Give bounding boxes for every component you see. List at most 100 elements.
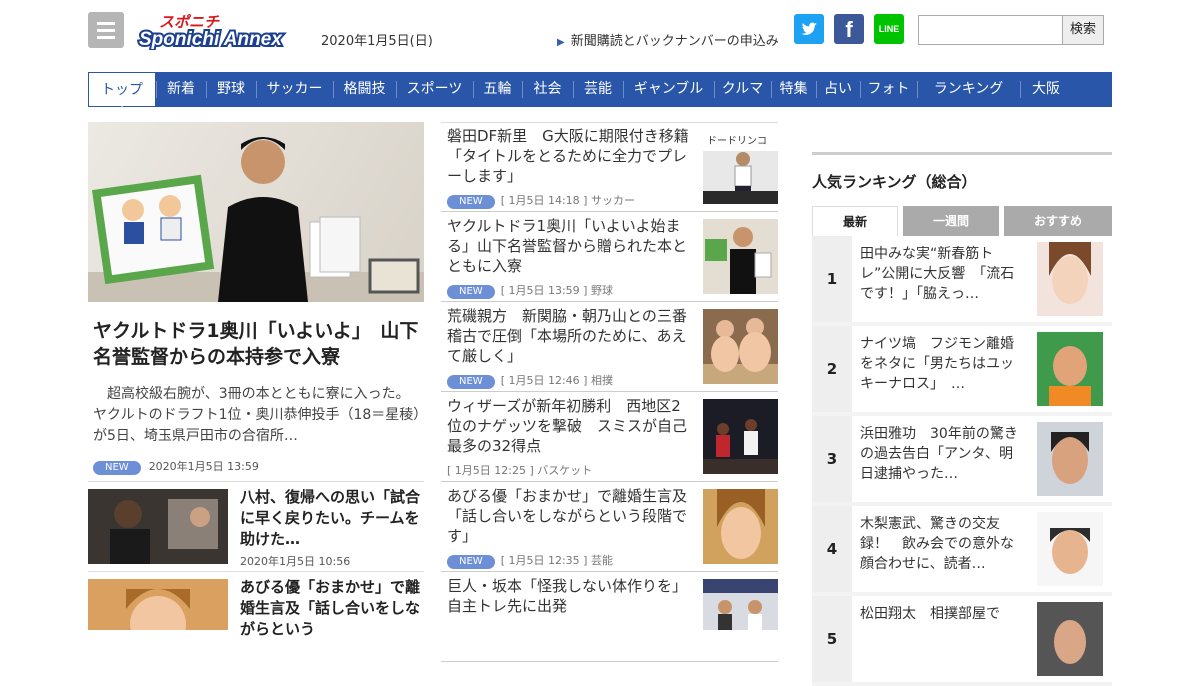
ranking-item[interactable]: 1 田中みな実“新春筋トレ”公開に大反響 「流石です！」「脇えっ…: [812, 236, 1112, 326]
ranking-item[interactable]: 3 浜田雅功 30年前の驚きの過去告白「アンタ、明日逮捕やった…: [812, 416, 1112, 506]
article-time: [ 1月5日 13:59 ] 野球: [500, 284, 613, 297]
new-badge: NEW: [447, 555, 495, 569]
ranking-heading: 人気ランキング（総合）: [812, 173, 977, 191]
svg-text:Sponichi Annex: Sponichi Annex: [139, 29, 283, 50]
rank-number: 1: [812, 236, 852, 322]
hero-time: 2020年1月5日 13:59: [148, 460, 259, 473]
line-icon[interactable]: LINE: [874, 14, 904, 44]
rank-number: 5: [812, 596, 852, 682]
nav-item-entertainment[interactable]: 芸能: [573, 72, 623, 107]
nav-item-soccer[interactable]: サッカー: [256, 72, 333, 107]
ranking-top-rule: [812, 152, 1112, 155]
nav-item-gamble[interactable]: ギャンブル: [623, 72, 714, 107]
ranking-thumbnail: [1037, 242, 1103, 316]
article-title: 荒磯親方 新関脇・朝乃山との三番稽古で圧倒「本場所のために、あえて厳しく」: [447, 307, 687, 365]
nav-item-feature[interactable]: 特集: [771, 72, 816, 107]
article-thumbnail: [703, 219, 778, 294]
site-logo[interactable]: スポニチ Sponichi Annex: [137, 12, 309, 50]
list-item[interactable]: あびる優「おまかせ」で離婚生言及「話し合いをしながらという: [88, 578, 424, 659]
nav-item-osaka[interactable]: 大阪: [1020, 72, 1072, 107]
list-item[interactable]: あびる優「おまかせ」で離婚生言及「話し合いをしながらという段階です」 NEW [ …: [441, 482, 778, 572]
hero-photo[interactable]: [88, 122, 424, 302]
list-item[interactable]: ウィザーズが新年初勝利 西地区2位のナゲッツを撃破 スミスが自己最多の32得点 …: [441, 392, 778, 482]
article-time: [ 1月5日 12:46 ] 相撲: [500, 374, 613, 387]
subscribe-label: 新聞購読とバックナンバーの申込み: [570, 34, 779, 49]
article-title: ヤクルトドラ1奥川「いよいよ始まる」山下名誉監督から贈られた本とともに入寮: [447, 217, 688, 275]
article-meta: NEW [ 1月5日 13:59 ] 野球: [447, 282, 613, 299]
nav-item-olympics[interactable]: 五輪: [473, 72, 522, 107]
hero-meta: NEW 2020年1月5日 13:59: [93, 458, 259, 475]
article-time: 2020年1月5日 10:56: [240, 555, 351, 568]
hero-lead: 超高校級右腕が、3冊の本とともに寮に入った。ヤクルトのドラフト1位・奥川恭伸投手…: [93, 386, 421, 444]
list-item[interactable]: 荒磯親方 新関脇・朝乃山との三番稽古で圧倒「本場所のために、あえて厳しく」 NE…: [441, 302, 778, 392]
new-badge: NEW: [93, 461, 141, 475]
article-title: 巨人・坂本「怪我しない体作りを」自主トレ先に出発: [447, 577, 688, 615]
article-thumbnail: ドードリンコ: [703, 129, 778, 204]
list-item[interactable]: ヤクルトドラ1奥川「いよいよ始まる」山下名誉監督から贈られた本とともに入寮 NE…: [441, 212, 778, 302]
main-nav: トップ 新着 野球 サッカー 格闘技 スポーツ 五輪 社会 芸能 ギャンブル ク…: [88, 72, 1112, 107]
ranking-item[interactable]: 5 松田翔太 相撲部屋で: [812, 596, 1112, 686]
nav-item-sports[interactable]: スポーツ: [396, 72, 473, 107]
nav-item-ranking[interactable]: ランキング: [917, 72, 1020, 107]
ranking-thumbnail: [1037, 422, 1103, 496]
nav-item-new[interactable]: 新着: [156, 72, 206, 107]
ranking-item[interactable]: 4 木梨憲武、驚きの交友録！ 飲み会での意外な顔合わせに、読者…: [812, 506, 1112, 596]
new-badge: NEW: [447, 285, 495, 299]
article-time: [ 1月5日 12:25 ] バスケット: [447, 464, 593, 477]
triangle-right-icon: ▶: [557, 37, 565, 48]
twitter-icon[interactable]: [794, 14, 824, 44]
nav-item-photo[interactable]: フォト: [860, 72, 917, 107]
divider: [88, 571, 424, 572]
article-meta: NEW [ 1月5日 14:18 ] サッカー: [447, 192, 635, 209]
list-item[interactable]: 巨人・坂本「怪我しない体作りを」自主トレ先に出発: [441, 572, 778, 662]
article-title: 磐田DF新里 G大阪に期限付き移籍「タイトルをとるために全力でプレーします」: [447, 127, 689, 185]
article-thumbnail: [88, 489, 228, 564]
ranking-title: 田中みな実“新春筋トレ”公開に大反響 「流石です！」「脇えっ…: [858, 242, 1028, 318]
article-meta: NEW [ 1月5日 12:46 ] 相撲: [447, 372, 613, 389]
article-meta: NEW [ 1月5日 12:35 ] 芸能: [447, 552, 613, 569]
ranking-title: 浜田雅功 30年前の驚きの過去告白「アンタ、明日逮捕やった…: [858, 422, 1028, 498]
nav-item-fighting[interactable]: 格闘技: [333, 72, 396, 107]
article-title: あびる優「おまかせ」で離婚生言及「話し合いをしながらという段階です」: [447, 487, 688, 545]
ranking-tabs: 最新 一週間 おすすめ: [812, 206, 1112, 236]
ranking-title: 松田翔太 相撲部屋で: [858, 602, 1028, 678]
article-time: [ 1月5日 14:18 ] サッカー: [500, 194, 635, 207]
list-item[interactable]: 八村、復帰への思い「試合に早く戻りたい。チームを助けた… 2020年1月5日 1…: [88, 488, 424, 569]
article-meta: [ 1月5日 12:25 ] バスケット: [447, 462, 592, 478]
menu-icon[interactable]: [88, 12, 124, 48]
tab-latest[interactable]: 最新: [812, 206, 898, 236]
ranking-title: ナイツ塙 フジモン離婚をネタに「男たちはユッキーナロス」 …: [858, 332, 1028, 408]
article-thumbnail: [703, 579, 778, 654]
rank-number: 4: [812, 506, 852, 592]
nav-item-fortune[interactable]: 占い: [816, 72, 860, 107]
nav-item-top[interactable]: トップ: [88, 72, 156, 107]
line-label: LINE: [878, 24, 900, 34]
ranking-thumbnail: [1037, 332, 1103, 406]
subscribe-link[interactable]: ▶ 新聞購読とバックナンバーの申込み: [557, 30, 779, 49]
article-thumbnail: [703, 399, 778, 474]
rank-number: 2: [812, 326, 852, 412]
current-date: 2020年1月5日(日): [321, 34, 433, 49]
divider: [88, 481, 424, 482]
ranking-item[interactable]: 2 ナイツ塙 フジモン離婚をネタに「男たちはユッキーナロス」 …: [812, 326, 1112, 416]
svg-text:ドードリンコ: ドードリンコ: [707, 136, 767, 147]
search-button[interactable]: 検索: [1062, 15, 1104, 45]
ranking-panel: 人気ランキング（総合） 最新 一週間 おすすめ 1 田中みな実“新春筋トレ”公開…: [812, 152, 1112, 686]
nav-item-baseball[interactable]: 野球: [206, 72, 256, 107]
ranking-thumbnail: [1037, 512, 1103, 586]
tab-recommend[interactable]: おすすめ: [1004, 206, 1112, 236]
nav-item-car[interactable]: クルマ: [714, 72, 771, 107]
rank-number: 3: [812, 416, 852, 502]
article-thumbnail: [88, 579, 228, 654]
nav-item-society[interactable]: 社会: [522, 72, 573, 107]
article-title: 八村、復帰への思い「試合に早く戻りたい。チームを助けた…: [240, 488, 421, 548]
list-item[interactable]: 磐田DF新里 G大阪に期限付き移籍「タイトルをとるために全力でプレーします」 N…: [441, 122, 778, 212]
hero-title[interactable]: ヤクルトドラ1奥川「いよいよ」 山下名誉監督からの本持参で入寮: [93, 318, 423, 370]
search-input[interactable]: [918, 15, 1063, 45]
site-header: スポニチ Sponichi Annex 2020年1月5日(日) ▶ 新聞購読とバ…: [0, 0, 1200, 72]
new-badge: NEW: [447, 375, 495, 389]
ranking-thumbnail: [1037, 602, 1103, 676]
facebook-icon[interactable]: f: [834, 14, 864, 44]
article-title: あびる優「おまかせ」で離婚生言及「話し合いをしながらという: [240, 578, 421, 638]
tab-week[interactable]: 一週間: [903, 206, 999, 236]
